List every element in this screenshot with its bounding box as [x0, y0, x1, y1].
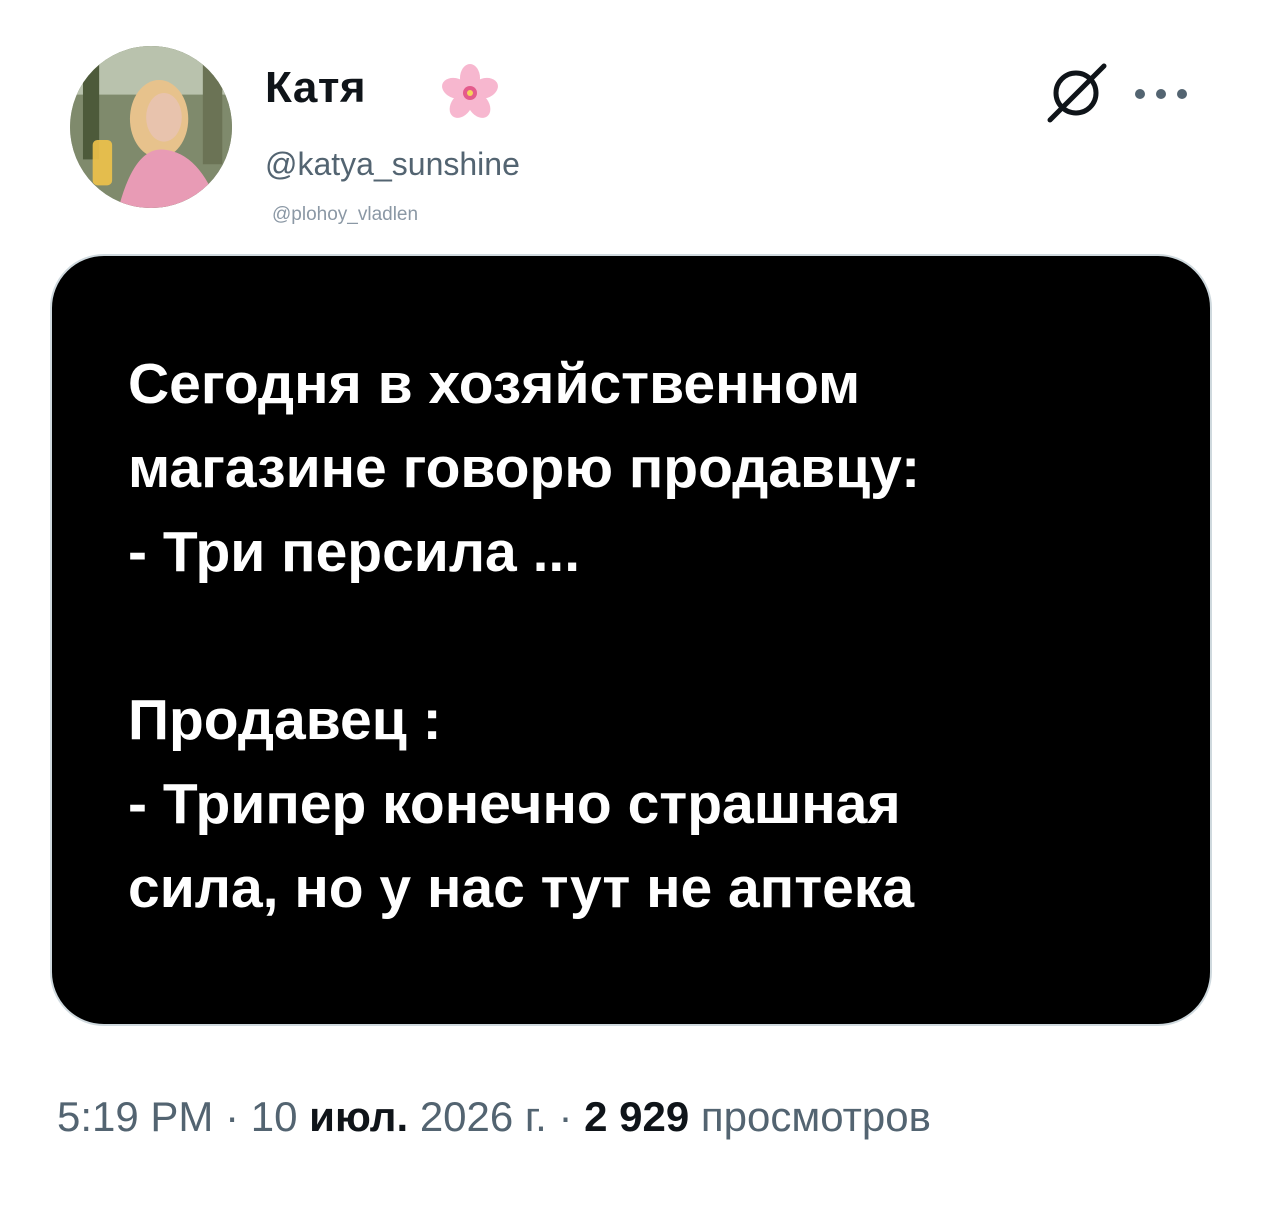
author-handle[interactable]: @katya_sunshine: [265, 148, 520, 180]
tweet-date-day[interactable]: 10: [251, 1093, 298, 1140]
grok-slash-icon[interactable]: [1042, 62, 1110, 124]
tweet-date-year[interactable]: 2026 г.: [420, 1093, 547, 1140]
tweet-time[interactable]: 5:19 PM: [57, 1093, 213, 1140]
tweet-media[interactable]: Сегодня в хозяйственном магазине говорю …: [50, 254, 1212, 1026]
watermark: @plohoy_vladlen: [272, 204, 419, 225]
meta-separator: ·: [546, 1093, 585, 1140]
display-name[interactable]: Катя: [265, 66, 366, 110]
views-label: просмотров: [700, 1093, 931, 1140]
avatar-photo: [70, 46, 232, 208]
media-text: Сегодня в хозяйственном магазине говорю …: [128, 352, 921, 920]
avatar[interactable]: [70, 46, 232, 208]
meta-separator: ·: [213, 1093, 251, 1140]
tweet-date-month[interactable]: июл.: [309, 1093, 408, 1140]
cherry-blossom-icon: [442, 64, 498, 118]
tweet-meta: 5:19 PM · 10 июл. 2026 г. · 2 929 просмо…: [57, 1096, 931, 1138]
views-count: 2 929: [584, 1093, 690, 1140]
more-dots-icon[interactable]: [1132, 82, 1190, 106]
